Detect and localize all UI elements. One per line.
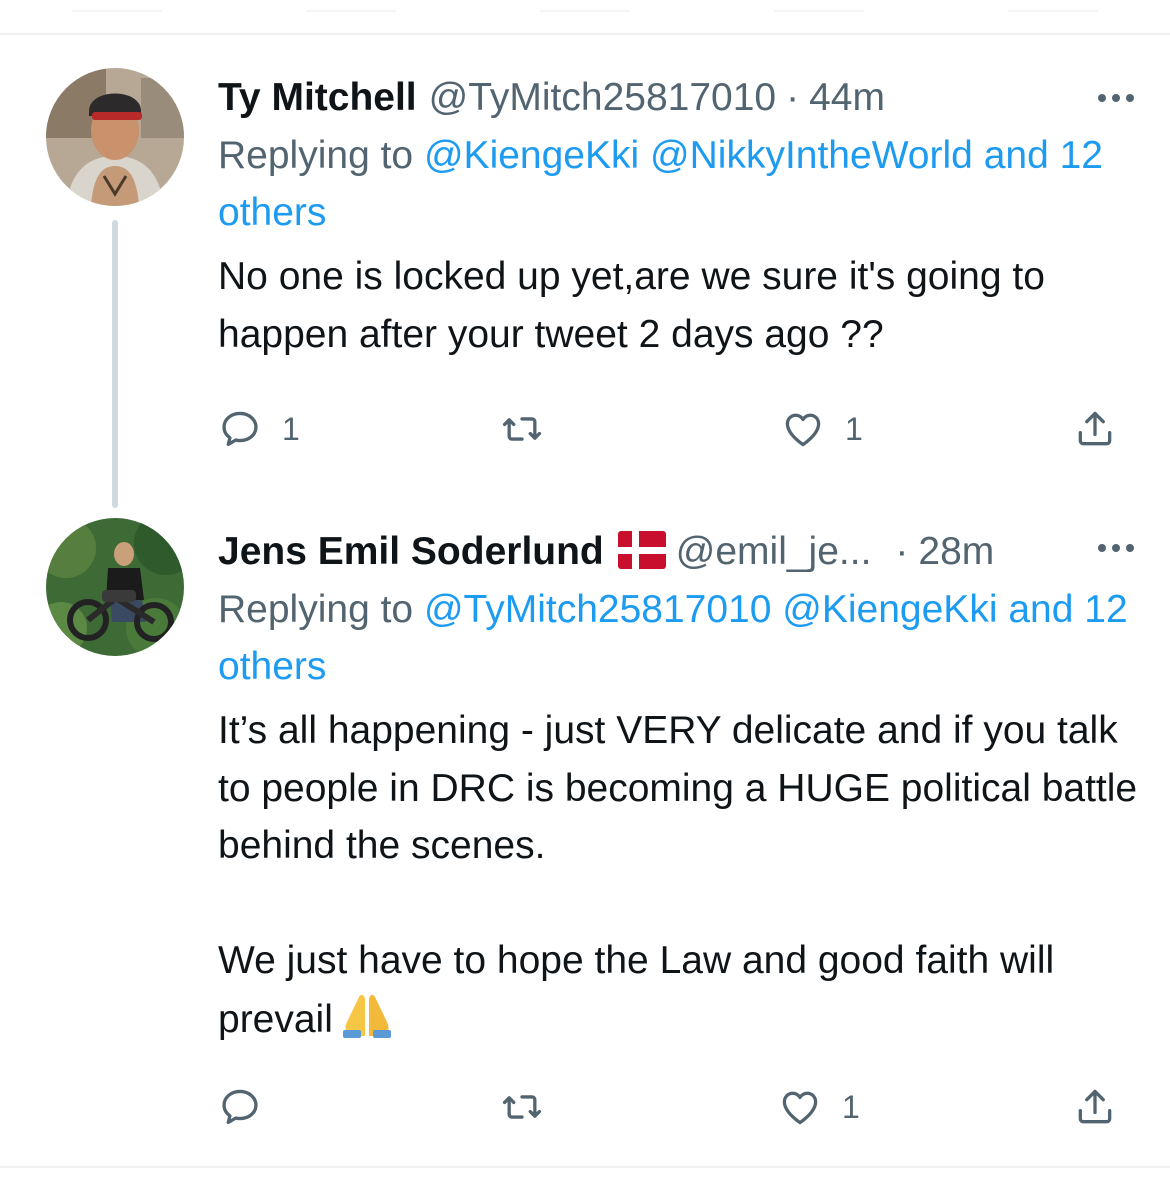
divider	[0, 1166, 1170, 1168]
reply-thread: Ty Mitchell @TyMitch25817010 · 44m Reply…	[0, 0, 1170, 1198]
reply-bubble-icon	[222, 1089, 258, 1125]
heart-icon	[782, 1091, 818, 1125]
user-handle[interactable]: @TyMitch25817010	[429, 76, 776, 120]
user-handle[interactable]: @emil_je...	[676, 530, 872, 574]
like-count: 1	[845, 410, 863, 447]
divider	[0, 33, 1170, 35]
avatar-photo-ty-mitchell	[46, 68, 184, 206]
replying-to-label: Replying to	[218, 588, 414, 631]
avatar-photo-jens-emil-soderlund	[46, 518, 184, 656]
tweet-text: It’s all happening - just VERY delicate …	[218, 702, 1138, 1054]
mention-link[interactable]: @KiengeKki	[782, 588, 997, 631]
reply-button[interactable]: 1	[218, 407, 300, 451]
share-button[interactable]	[1073, 1085, 1117, 1129]
avatar[interactable]	[46, 518, 184, 656]
tweet-actions: 1 1	[218, 407, 1123, 451]
thread-connector-line	[112, 220, 118, 508]
denmark-flag-icon	[617, 531, 666, 569]
like-button[interactable]: 1	[781, 407, 863, 451]
tweet-text: No one is locked up yet,are we sure it's…	[218, 248, 1138, 363]
replying-to: Replying to @KiengeKki @NikkyIntheWorld …	[218, 127, 1138, 241]
tweet-text-paragraph: It’s all happening - just VERY delicate …	[218, 709, 1138, 867]
more-dots-icon[interactable]	[1098, 76, 1134, 120]
display-name[interactable]: Ty Mitchell	[218, 76, 417, 120]
reply-button[interactable]	[218, 1085, 282, 1129]
share-icon	[1078, 411, 1112, 446]
retweet-icon	[502, 417, 542, 441]
replying-to: Replying to @TyMitch25817010 @KiengeKki …	[218, 581, 1138, 695]
separator-dot: ·	[786, 76, 800, 119]
retweet-button[interactable]	[500, 1085, 544, 1129]
like-count: 1	[842, 1088, 860, 1125]
separator-dot: ·	[895, 530, 909, 573]
tweet-header: Jens Emil Soderlund @emil_je... · 28m	[218, 526, 1138, 574]
previous-tweet-bottom-edge	[0, 0, 1170, 14]
more-dots-icon[interactable]	[1098, 526, 1134, 570]
mention-link[interactable]: @NikkyIntheWorld	[650, 134, 973, 177]
folded-hands-emoji-icon	[341, 990, 393, 1055]
display-name[interactable]: Jens Emil Soderlund	[218, 530, 604, 574]
tweet[interactable]: Ty Mitchell @TyMitch25817010 · 44m Reply…	[218, 76, 1138, 363]
mention-link[interactable]: @TyMitch25817010	[424, 588, 771, 631]
tweet[interactable]: Jens Emil Soderlund @emil_je... · 28m Re…	[218, 526, 1138, 1054]
timestamp[interactable]: 28m	[918, 530, 994, 574]
timestamp[interactable]: 44m	[809, 76, 885, 120]
tweet-actions: 1	[218, 1085, 1123, 1129]
mention-link[interactable]: @KiengeKki	[424, 134, 639, 177]
tweet-header: Ty Mitchell @TyMitch25817010 · 44m	[218, 76, 1138, 120]
retweet-icon	[502, 1095, 542, 1119]
tweet-text-paragraph: No one is locked up yet,are we sure it's…	[218, 255, 1045, 356]
like-button[interactable]: 1	[778, 1085, 860, 1129]
replying-to-label: Replying to	[218, 134, 414, 177]
reply-bubble-icon	[222, 411, 258, 447]
share-icon	[1078, 1089, 1112, 1124]
reply-count: 1	[282, 410, 300, 447]
retweet-button[interactable]	[500, 407, 544, 451]
tweet-text-paragraph: We just have to hope the Law and good fa…	[218, 932, 1138, 1054]
heart-icon	[785, 413, 821, 447]
share-button[interactable]	[1073, 407, 1117, 451]
avatar[interactable]	[46, 68, 184, 206]
